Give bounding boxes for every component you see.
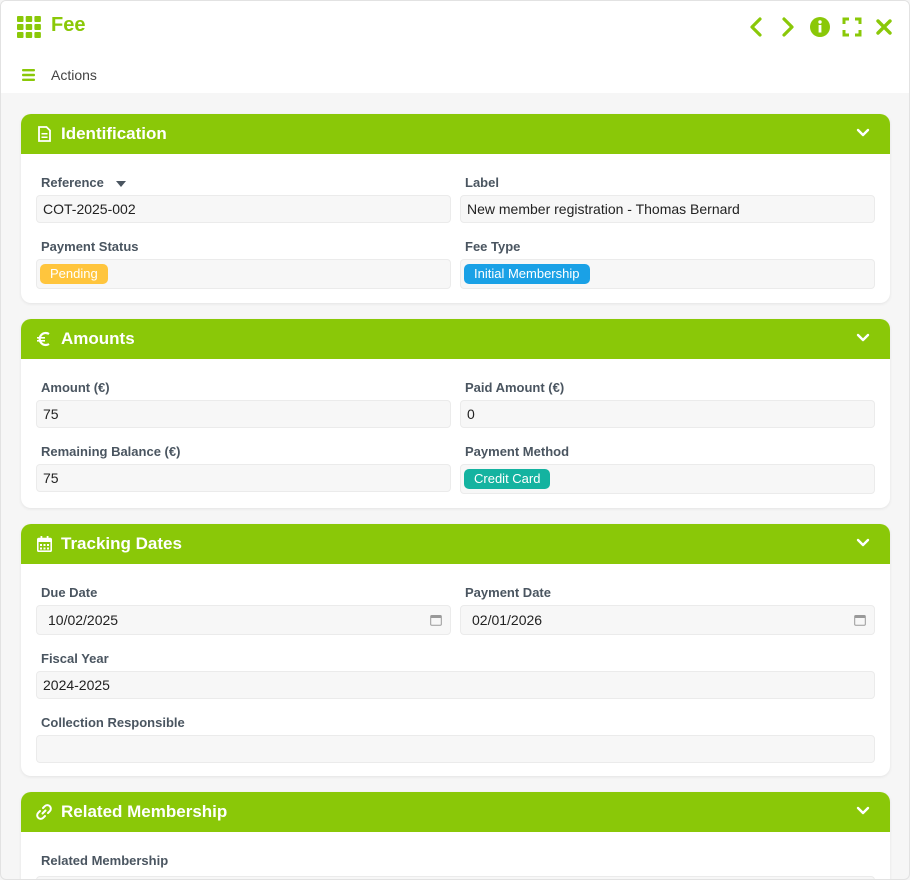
related-membership-section: Related Membership Related Membership	[21, 792, 890, 879]
window-controls	[745, 15, 895, 39]
payment-method-label: Payment Method	[465, 444, 570, 459]
identification-section: Identification Reference COT-2025-002 La…	[21, 114, 890, 303]
close-icon	[876, 19, 892, 35]
amounts-header[interactable]: Amounts	[21, 319, 890, 359]
fee-type-label: Fee Type	[465, 239, 521, 254]
fiscal-year-field[interactable]: 2024-2025	[36, 671, 875, 699]
euro-icon	[36, 330, 52, 348]
calendar-picker-icon[interactable]	[430, 614, 442, 626]
reference-label[interactable]: Reference	[41, 175, 126, 190]
tracking-dates-header[interactable]: Tracking Dates	[21, 524, 890, 564]
fullscreen-button[interactable]	[841, 15, 863, 39]
remaining-balance-label: Remaining Balance (€)	[41, 444, 181, 459]
remaining-balance-field[interactable]: 75	[36, 464, 451, 492]
calendar-icon	[36, 535, 52, 553]
fee-window: Fee Actions Identification Reference COT…	[0, 0, 910, 880]
calendar-picker-icon[interactable]	[854, 614, 866, 626]
close-button[interactable]	[873, 15, 895, 39]
document-icon	[36, 125, 52, 143]
collection-responsible-field[interactable]	[36, 735, 875, 763]
chevron-down-icon[interactable]	[856, 536, 870, 550]
actions-label: Actions	[51, 67, 97, 83]
reference-field[interactable]: COT-2025-002	[36, 195, 451, 223]
amounts-section: Amounts Amount (€) 75 Paid Amount (€) 0 …	[21, 319, 890, 508]
window-header: Fee Actions	[1, 1, 909, 93]
chevron-right-icon	[782, 17, 794, 37]
fiscal-year-label: Fiscal Year	[41, 651, 109, 666]
info-icon	[810, 17, 830, 37]
payment-status-label: Payment Status	[41, 239, 139, 254]
identification-header[interactable]: Identification	[21, 114, 890, 154]
apps-grid-icon[interactable]	[17, 16, 41, 38]
tracking-dates-title: Tracking Dates	[61, 534, 182, 553]
previous-button[interactable]	[745, 15, 767, 39]
paid-amount-field[interactable]: 0	[460, 400, 875, 428]
caret-down-icon	[115, 180, 126, 187]
chevron-left-icon	[750, 17, 762, 37]
related-membership-header[interactable]: Related Membership	[21, 792, 890, 832]
chevron-down-icon[interactable]	[856, 804, 870, 818]
window-title: Fee	[51, 14, 86, 36]
expand-icon	[842, 17, 862, 37]
fee-type-field[interactable]: Initial Membership	[460, 259, 875, 289]
info-button[interactable]	[809, 15, 831, 39]
tracking-dates-section: Tracking Dates Due Date 10/02/2025 Payme…	[21, 524, 890, 776]
label-field[interactable]: New member registration - Thomas Bernard	[460, 195, 875, 223]
due-date-value: 10/02/2025	[48, 612, 119, 628]
collection-responsible-label: Collection Responsible	[41, 715, 185, 730]
paid-amount-label: Paid Amount (€)	[465, 380, 565, 395]
due-date-field[interactable]: 10/02/2025	[36, 605, 451, 635]
related-membership-field[interactable]	[36, 876, 875, 879]
due-date-label: Due Date	[41, 585, 98, 600]
payment-method-badge: Credit Card	[464, 469, 551, 489]
identification-title: Identification	[61, 124, 167, 143]
fee-type-badge: Initial Membership	[464, 264, 590, 284]
chevron-down-icon[interactable]	[856, 331, 870, 345]
related-membership-title: Related Membership	[61, 802, 228, 821]
payment-status-badge: Pending	[40, 264, 108, 284]
payment-date-label: Payment Date	[465, 585, 551, 600]
payment-date-field[interactable]: 02/01/2026	[460, 605, 875, 635]
amount-field[interactable]: 75	[36, 400, 451, 428]
amount-label: Amount (€)	[41, 380, 110, 395]
next-button[interactable]	[777, 15, 799, 39]
link-icon	[36, 803, 52, 821]
payment-date-value: 02/01/2026	[472, 612, 543, 628]
amounts-title: Amounts	[61, 329, 135, 348]
related-membership-label: Related Membership	[41, 853, 169, 868]
actions-menu-button[interactable]: Actions	[22, 67, 97, 83]
payment-method-field[interactable]: Credit Card	[460, 464, 875, 494]
label-label: Label	[465, 175, 499, 190]
hamburger-menu-icon	[22, 69, 35, 81]
chevron-down-icon[interactable]	[856, 126, 870, 140]
payment-status-field[interactable]: Pending	[36, 259, 451, 289]
